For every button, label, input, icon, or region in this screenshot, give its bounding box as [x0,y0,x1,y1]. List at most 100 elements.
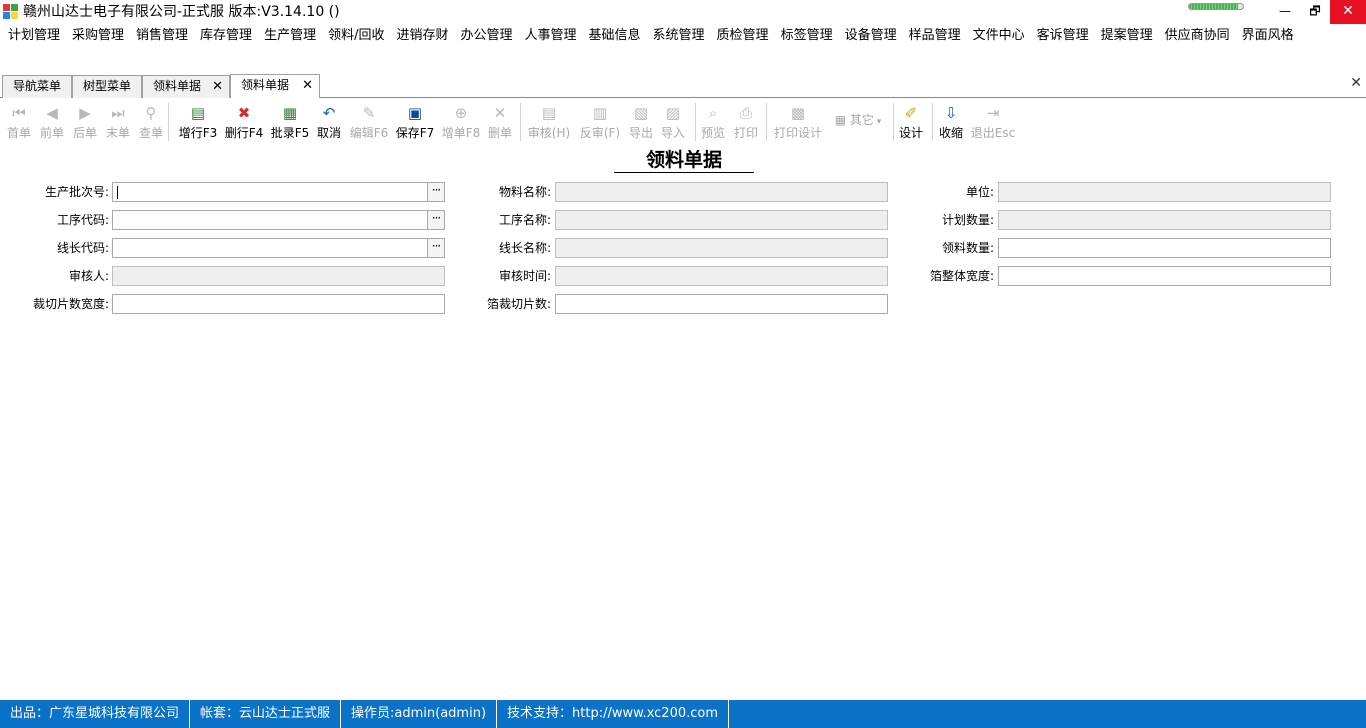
status-segment: 出品：广东星城科技有限公司 [0,700,191,728]
menu-item[interactable]: 库存管理 [194,25,258,47]
process-name-field [555,210,888,230]
design-icon: ✐ [904,104,918,122]
toolbar-button-approve[interactable]: ▤ 审核(H) [521,99,577,145]
line-leader-code-field[interactable]: ··· [112,238,445,258]
save-icon: ▣ [407,104,423,122]
toolbar-button-delete-document[interactable]: ✕ 删单 [472,99,528,145]
process-name-label: 工序名称: [498,213,551,227]
menu-item[interactable]: 样品管理 [903,25,967,47]
review-time-field [555,266,888,286]
exit-icon: ⇥ [986,104,1000,122]
menu-item[interactable]: 界面风格 [1236,25,1300,47]
requisition-qty-field[interactable] [998,238,1331,258]
status-segment: 操作员:admin(admin) [341,700,498,728]
toolbar-button-label: 打印 [733,126,758,140]
toolbar-button-exit[interactable]: ⇥ 退出Esc [965,99,1021,145]
toolbar-button-label: 审核(H) [527,126,571,140]
undo-icon: ↶ [322,104,336,122]
tab-close-icon[interactable]: ✕ [302,75,313,96]
tab-close-icon[interactable]: ✕ [212,76,223,97]
app-logo-icon [3,4,19,20]
lookup-ellipsis-button[interactable]: ··· [427,183,444,201]
process-code-label: 工序代码: [56,213,109,227]
collapse-icon: ⇩ [944,104,958,122]
material-name-label: 物料名称: [498,185,551,199]
toolbar-button-label: 退出Esc [970,126,1016,140]
reviewer-label: 审核人: [68,269,109,283]
unit-field [998,182,1331,202]
toolbar-button-label: 打印设计 [773,126,822,140]
close-all-tabs-icon[interactable]: ✕ [1350,75,1362,91]
tab-4[interactable]: 领料单据 ✕ [230,74,320,98]
unit-label: 单位: [965,185,994,199]
menu-item[interactable]: 采购管理 [66,25,130,47]
menu-item[interactable]: 客诉管理 [1031,25,1095,47]
menu-item[interactable]: 标签管理 [775,25,839,47]
toolbar-button-label: ▦ 其它 ▾ [830,113,886,129]
more-icon: ▦ [834,113,850,127]
import-icon: ▨ [665,104,681,122]
edit-icon: ✎ [362,104,376,122]
binoculars-icon: ⚲ [145,104,157,122]
toolbar-button-label: 删单 [487,126,512,140]
more-label: 其它 [849,113,874,127]
add-row-icon: ▤ [190,104,206,122]
status-segment: 帐套：云山达士正式服 [190,700,342,728]
toolbar-button-print-design[interactable]: ▩ 打印设计 [770,99,826,145]
foil-cut-count-label: 箔裁切片数: [486,297,551,311]
line-leader-code-label: 线长代码: [56,241,109,255]
menu-item[interactable]: 文件中心 [967,25,1031,47]
menu-item[interactable]: 人事管理 [519,25,583,47]
requisition-qty-label: 领料数量: [941,241,994,255]
toolbar-button-printer[interactable]: ⎙ 打印 [718,99,774,145]
planned-qty-field [998,210,1331,230]
status-progress-bar [1188,3,1244,10]
cut-piece-width-label: 裁切片数宽度: [32,297,109,311]
delete-document-icon: ✕ [493,104,507,122]
lookup-ellipsis-button[interactable]: ··· [427,239,444,257]
tab-label: 领料单据 [241,78,290,92]
toolbar: ⏮ 首单 ◀ 前单 ▶ 后单 ⏭ 末单 ⚲ 查单 ▤ 增行F3 ✖ 删行F4 ▦ 批录F5 ↶ 取消 ✎ 编辑F6 ▣ 保… [0,99,1366,145]
batch-no-field[interactable]: ··· [112,182,445,202]
menu-item[interactable]: 销售管理 [130,25,194,47]
reviewer-field [112,266,445,286]
minimize-button[interactable]: — [1270,0,1300,24]
menu-item[interactable]: 领料/回收 [322,25,390,47]
menu-item[interactable]: 设备管理 [839,25,903,47]
batch-entry-icon: ▦ [282,104,298,122]
maximize-button[interactable]: 🗗 [1300,0,1330,24]
document-tab-strip: ✕ 导航菜单 树型菜单 领料单据 ✕ 领料单据 ✕ [0,73,1366,98]
title-bar: 赣州山达士电子有限公司-正式服 版本:V3.14.10 () — 🗗 ✕ [0,0,1366,24]
menu-item[interactable]: 系统管理 [647,25,711,47]
menu-item[interactable]: 办公管理 [454,25,518,47]
foil-cut-count-field[interactable] [555,294,888,314]
tab-1[interactable]: 导航菜单 [2,75,72,98]
menu-item[interactable]: 质检管理 [711,25,775,47]
planned-qty-label: 计划数量: [941,213,994,227]
status-segment: 技术支持：http://www.xc200.com [497,700,730,728]
menu-item[interactable]: 进销存财 [390,25,454,47]
menu-bar: 计划管理 采购管理 销售管理 库存管理 生产管理 领料/回收 进销存财 办公管理 人事管理 基础信… [0,25,1366,47]
close-window-button[interactable]: ✕ [1330,0,1366,24]
lookup-ellipsis-button[interactable]: ··· [427,211,444,229]
menu-item[interactable]: 供应商协同 [1159,25,1236,47]
approve-icon: ▤ [541,104,557,122]
menu-item[interactable]: 基础信息 [583,25,647,47]
line-leader-name-field [555,238,888,258]
cut-piece-width-field[interactable] [112,294,445,314]
tab-label: 树型菜单 [83,79,132,93]
tab-label: 领料单据 [153,79,202,93]
foil-width-field[interactable] [998,266,1331,286]
toolbar-button-more[interactable]: ▦ 其它 ▾ [830,99,886,145]
tab-3[interactable]: 领料单据 ✕ [142,75,230,98]
process-code-field[interactable]: ··· [112,210,445,230]
window-title: 赣州山达士电子有限公司-正式服 版本:V3.14.10 () [23,4,340,20]
menu-item[interactable]: 生产管理 [258,25,322,47]
foil-width-label: 箔整体宽度: [929,269,994,283]
unapprove-icon: ▥ [592,104,608,122]
chevron-down-icon: ▾ [873,117,882,127]
tab-2[interactable]: 树型菜单 [72,75,142,98]
menu-item[interactable]: 计划管理 [2,25,66,47]
menu-item[interactable]: 提案管理 [1095,25,1159,47]
printer-icon: ⎙ [739,104,752,122]
